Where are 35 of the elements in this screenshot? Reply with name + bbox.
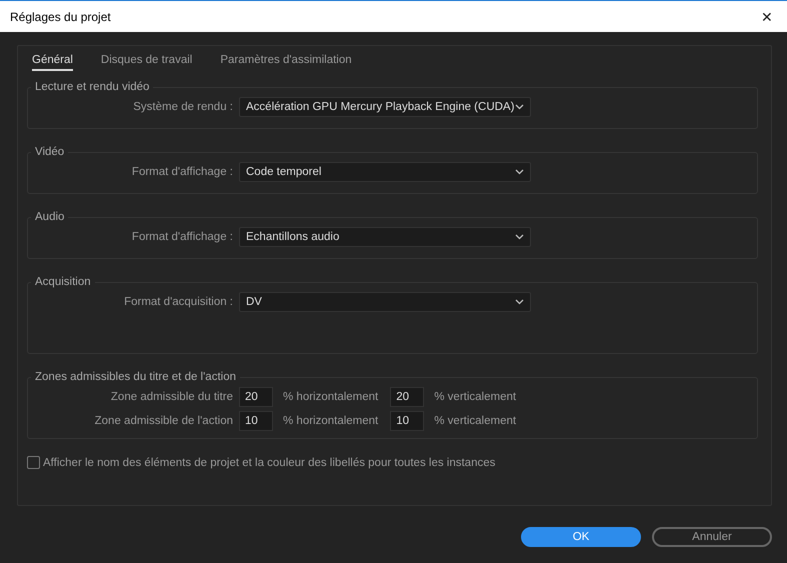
dropdown[interactable]: DV [239, 292, 531, 312]
unit-label: % horizontalement [283, 391, 378, 403]
checkbox[interactable] [27, 456, 40, 469]
unit-label: % horizontalement [283, 415, 378, 427]
dropdown[interactable]: Accélération GPU Mercury Playback Engine (CUDA) [239, 97, 531, 117]
dropdown[interactable]: Echantillons audio [239, 227, 531, 247]
close-button[interactable]: ✕ [747, 2, 787, 32]
field-label: Système de rendu : [132, 101, 234, 113]
group-title: Zones admissibles du titre et de l'action [34, 371, 237, 383]
chevron-icon [515, 169, 524, 175]
tab[interactable]: Disques de travail [100, 52, 192, 71]
dropdown[interactable]: Code temporel [239, 162, 531, 182]
number-field[interactable]: 20 [239, 387, 273, 407]
group-title: Acquisition [34, 276, 92, 288]
number-field[interactable]: 10 [239, 411, 273, 431]
unit-label: % verticalement [434, 391, 516, 403]
cancel-button[interactable]: Annuler [652, 527, 772, 547]
group-title: Vidéo [34, 146, 66, 158]
tab[interactable]: Général [32, 52, 73, 71]
field-label: Format d'affichage : [130, 166, 234, 178]
checkbox-label: Afficher le nom des éléments de projet et la couleur des libellés pour toutes les instances [43, 456, 496, 468]
field-label: Zone admissible de l'action [94, 415, 234, 427]
field-label: Format d'affichage : [130, 231, 234, 243]
window-title: Réglages du projet [10, 10, 111, 24]
tab[interactable]: Paramètres d'assimilation [220, 52, 352, 71]
number-field[interactable]: 20 [390, 387, 424, 407]
chevron-icon [515, 234, 524, 240]
number-field[interactable]: 10 [390, 411, 424, 431]
group-title: Lecture et rendu vidéo [34, 81, 150, 93]
chevron-icon [515, 104, 524, 110]
field-label: Format d'acquisition : [123, 296, 234, 308]
field-label: Zone admissible du titre [110, 391, 234, 403]
group-title: Audio [34, 211, 66, 223]
chevron-icon [515, 299, 524, 305]
unit-label: % verticalement [434, 415, 516, 427]
